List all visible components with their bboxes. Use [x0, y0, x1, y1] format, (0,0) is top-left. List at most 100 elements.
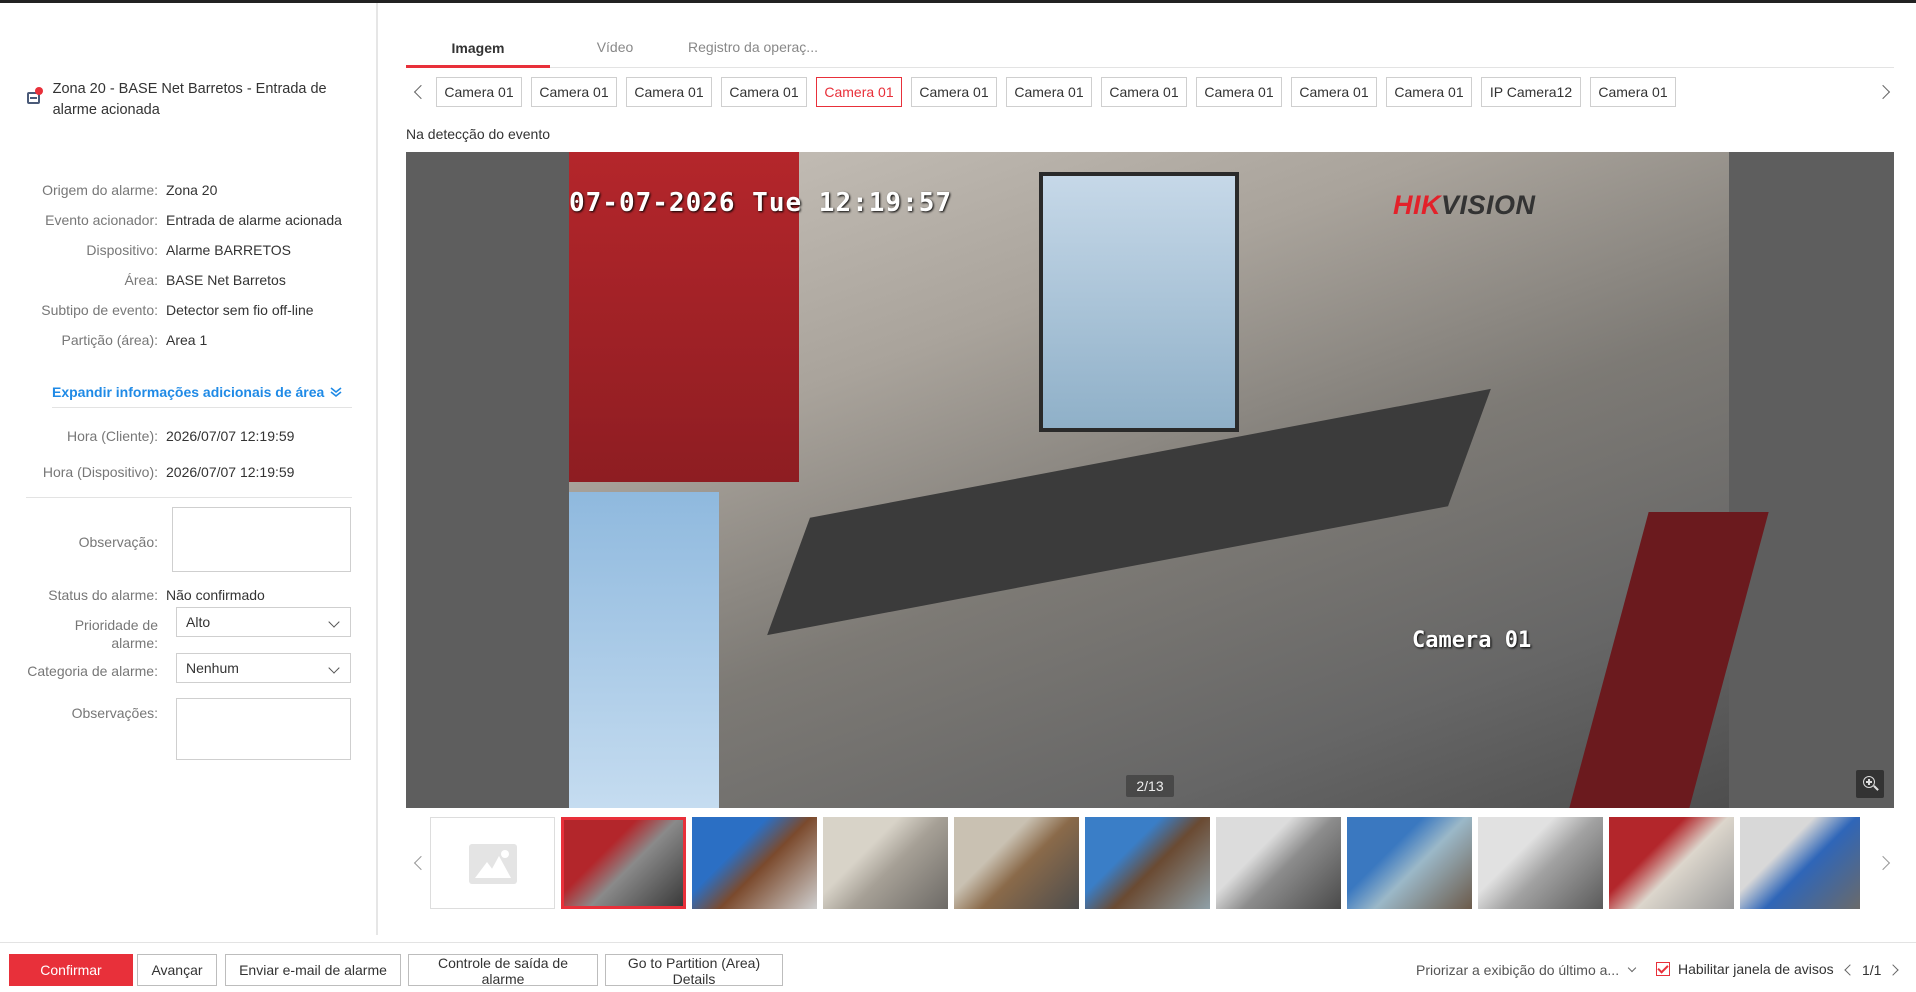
detail-particao: Partição (área): Area 1 — [26, 331, 356, 349]
detail-label: Partição (área): — [61, 332, 158, 348]
camera-strip: Camera 01 Camera 01 Camera 01 Camera 01 Came… — [406, 77, 1894, 109]
status-label: Status do alarme: — [48, 587, 158, 603]
pager-label: 1/1 — [1862, 962, 1882, 978]
detail-value: Entrada de alarme acionada — [166, 212, 342, 228]
thumbnail-item[interactable] — [954, 817, 1079, 909]
detail-label: Subtipo de evento: — [41, 302, 158, 318]
detail-evento: Evento acionador: Entrada de alarme acio… — [26, 211, 356, 229]
detection-label: Na detecção do evento — [406, 126, 550, 142]
status-value: Não confirmado — [166, 587, 265, 603]
zoom-in-icon[interactable] — [1856, 770, 1884, 798]
chevron-right-icon[interactable] — [1887, 964, 1900, 976]
chevron-down-icon — [1627, 963, 1637, 973]
time-label: Hora (Dispositivo): — [42, 464, 158, 480]
thumbnail-item[interactable] — [1216, 817, 1341, 909]
detail-label: Origem do alarme: — [42, 182, 158, 198]
camera-image — [569, 152, 1769, 808]
time-value: 2026/07/07 12:19:59 — [166, 464, 295, 480]
thumbnail-item[interactable] — [1347, 817, 1472, 909]
camera-tab-3[interactable]: Camera 01 — [626, 77, 712, 107]
categoria-select[interactable]: Nenhum — [176, 653, 351, 683]
advance-button[interactable]: Avançar — [137, 954, 217, 986]
observacao-input[interactable] — [172, 507, 351, 572]
thumbnail-item[interactable] — [692, 817, 817, 909]
expand-label: Expandir informações adicionais de área — [52, 384, 325, 400]
hikvision-logo: HIKVISION — [1393, 190, 1536, 220]
prioridade-label: Prioridade de alarme: — [74, 617, 158, 651]
confirm-button[interactable]: Confirmar — [9, 954, 133, 986]
divider — [52, 407, 352, 408]
chevron-right-icon[interactable] — [1875, 855, 1891, 871]
enable-window-label: Habilitar janela de avisos — [1678, 961, 1834, 977]
detail-value: Area 1 — [166, 332, 208, 348]
observacoes-label: Observações: — [71, 705, 158, 721]
categoria-label: Categoria de alarme: — [27, 663, 158, 679]
divider — [26, 497, 352, 498]
time-value: 2026/07/07 12:19:59 — [166, 428, 295, 444]
camera-tab-8[interactable]: Camera 01 — [1101, 77, 1187, 107]
event-snapshot[interactable]: 07-07-2026 Tue 12:19:57 HIKVISION Camera… — [406, 152, 1894, 808]
camera-tab-7[interactable]: Camera 01 — [1006, 77, 1092, 107]
observacoes-input[interactable] — [176, 698, 351, 760]
camera-tab-4[interactable]: Camera 01 — [721, 77, 807, 107]
prioridade-value: Alto — [186, 614, 211, 630]
image-counter: 2/13 — [1126, 775, 1174, 797]
observacao-label: Observação: — [78, 534, 158, 550]
alarm-detail-panel: Zona 20 - BASE Net Barretos - Entrada de… — [0, 3, 378, 935]
time-client: Hora (Cliente): 2026/07/07 12:19:59 — [26, 427, 356, 445]
tab-bar: Imagem Vídeo Registro da operaç... — [406, 32, 1894, 68]
chevron-down-icon — [328, 616, 340, 628]
chevron-left-icon[interactable] — [413, 855, 429, 871]
camera-osd-name: Camera 01 — [1412, 628, 1532, 653]
detail-origem: Origem do alarme: Zona 20 — [26, 181, 356, 199]
tab-imagem[interactable]: Imagem — [406, 32, 550, 68]
pager: 1/1 — [1844, 962, 1900, 978]
alarm-output-button[interactable]: Controle de saída de alarme — [408, 954, 598, 987]
thumbnail-item[interactable] — [1085, 817, 1210, 909]
chevron-left-icon[interactable] — [413, 84, 429, 100]
chevron-right-icon[interactable] — [1875, 84, 1891, 100]
camera-tab-13[interactable]: Camera 01 — [1590, 77, 1676, 107]
tab-video[interactable]: Vídeo — [560, 32, 670, 68]
camera-tab-9[interactable]: Camera 01 — [1196, 77, 1282, 107]
categoria-value: Nenhum — [186, 660, 239, 676]
alarm-title: Zona 20 - BASE Net Barretos - Entrada de… — [52, 81, 327, 118]
partition-details-button[interactable]: Go to Partition (Area) Details — [605, 954, 783, 987]
enable-window-checkbox[interactable]: Habilitar janela de avisos — [1656, 961, 1834, 977]
chevron-down-icon — [328, 662, 340, 674]
video-timestamp: 07-07-2026 Tue 12:19:57 — [569, 188, 953, 218]
camera-tab-6[interactable]: Camera 01 — [911, 77, 997, 107]
time-label: Hora (Cliente): — [66, 428, 158, 444]
thumbnail-item[interactable] — [823, 817, 948, 909]
detail-value: Zona 20 — [166, 182, 218, 198]
camera-tab-10[interactable]: Camera 01 — [1291, 77, 1377, 107]
send-email-button[interactable]: Enviar e-mail de alarme — [225, 954, 401, 986]
thumbnail-item[interactable] — [561, 817, 686, 909]
thumbnail-placeholder[interactable] — [430, 817, 555, 909]
thumbnail-item[interactable] — [1478, 817, 1603, 909]
checkbox-checked-icon — [1656, 962, 1670, 976]
priority-view-label: Priorizar a exibição do último a... — [1416, 962, 1620, 978]
chevron-left-icon[interactable] — [1844, 964, 1856, 976]
thumbnail-item[interactable] — [1740, 817, 1860, 909]
time-device: Hora (Dispositivo): 2026/07/07 12:19:59 — [26, 463, 356, 481]
double-chevron-down-icon — [330, 387, 342, 398]
detail-label: Evento acionador: — [45, 212, 158, 228]
camera-tab-1[interactable]: Camera 01 — [436, 77, 522, 107]
priority-view-select[interactable]: Priorizar a exibição do último a... — [1416, 962, 1637, 978]
detail-label: Área: — [124, 272, 158, 288]
camera-tab-12[interactable]: IP Camera12 — [1481, 77, 1581, 107]
alarm-header: Zona 20 - BASE Net Barretos - Entrada de… — [26, 79, 356, 121]
prioridade-row: Prioridade de alarme: — [26, 616, 176, 652]
prioridade-select[interactable]: Alto — [176, 607, 351, 637]
detail-subtipo: Subtipo de evento: Detector sem fio off-… — [26, 301, 356, 319]
camera-tab-5[interactable]: Camera 01 — [816, 77, 902, 107]
expand-area-info-link[interactable]: Expandir informações adicionais de área — [52, 384, 342, 400]
thumbnail-item[interactable] — [1609, 817, 1734, 909]
detail-area: Área: BASE Net Barretos — [26, 271, 356, 289]
status-row: Status do alarme: Não confirmado — [26, 586, 356, 604]
detail-dispositivo: Dispositivo: Alarme BARRETOS — [26, 241, 356, 259]
camera-tab-11[interactable]: Camera 01 — [1386, 77, 1472, 107]
camera-tab-2[interactable]: Camera 01 — [531, 77, 617, 107]
tab-registro[interactable]: Registro da operaç... — [678, 32, 828, 68]
